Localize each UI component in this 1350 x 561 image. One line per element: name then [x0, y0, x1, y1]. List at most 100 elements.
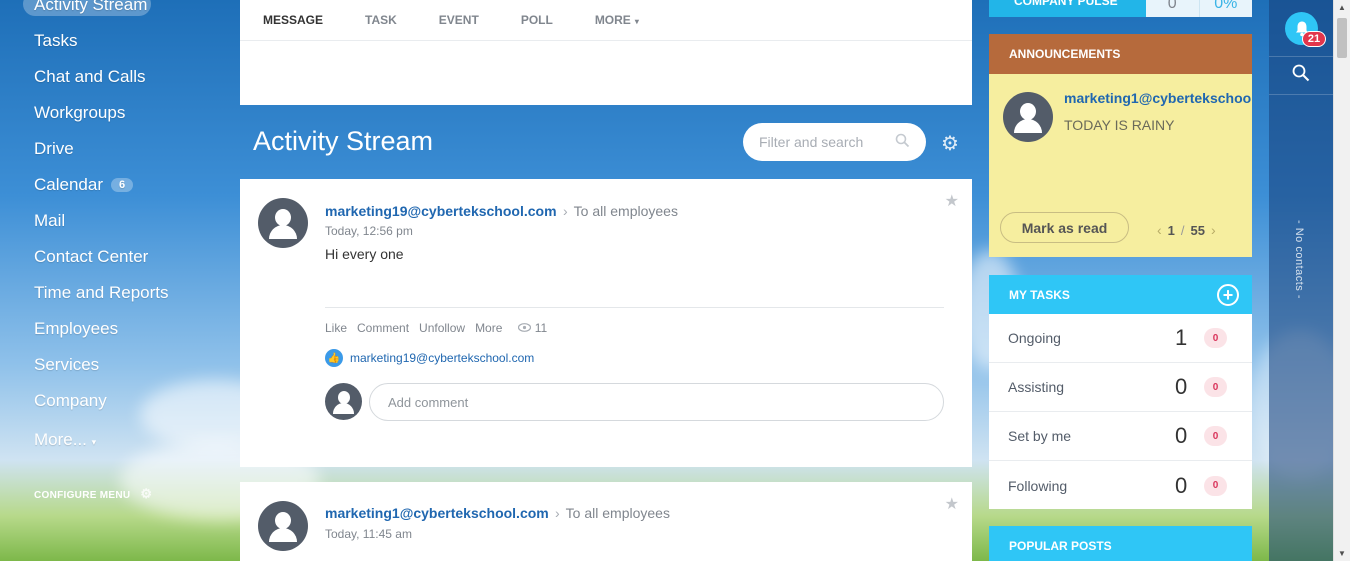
tab-more-label: MORE: [594, 13, 631, 27]
chevron-right-icon[interactable]: ›: [1211, 222, 1216, 238]
chevron-down-icon: ▾: [91, 437, 97, 447]
post-destination[interactable]: › To all employees: [555, 505, 670, 521]
company-pulse-values: 0 0%: [1146, 0, 1252, 17]
page-title: Activity Stream: [253, 126, 434, 156]
task-overdue-badge[interactable]: 0: [1204, 426, 1227, 446]
tab-poll[interactable]: POLL: [521, 13, 553, 27]
eye-icon: [518, 323, 532, 332]
chevron-right-icon: ›: [563, 203, 568, 219]
task-row-count: 0: [1175, 423, 1188, 448]
task-overdue-badge[interactable]: 0: [1204, 328, 1227, 348]
user-avatar-icon[interactable]: [1003, 92, 1053, 142]
task-row-label: Following: [1008, 477, 1068, 494]
more-button[interactable]: More: [475, 321, 502, 335]
task-row-ongoing[interactable]: Ongoing 1 0: [989, 314, 1252, 363]
unfollow-button[interactable]: Unfollow: [419, 321, 465, 335]
post-timestamp[interactable]: Today, 11:45 am: [325, 527, 412, 541]
composer-tabs: MESSAGE TASK EVENT POLL MORE ▾: [240, 0, 972, 41]
divider: [1269, 94, 1333, 95]
tab-more[interactable]: MORE ▾: [595, 13, 639, 27]
tab-message[interactable]: MESSAGE: [263, 13, 323, 27]
user-avatar-icon[interactable]: [258, 501, 308, 551]
company-pulse-widget[interactable]: COMPANY PULSE 0 0%: [989, 0, 1252, 17]
nav-item-employees[interactable]: Employees: [34, 319, 118, 339]
tab-event[interactable]: EVENT: [439, 13, 479, 27]
post-divider: [325, 307, 944, 308]
nav-item-more[interactable]: More... ▾: [34, 430, 96, 450]
filter-search-input[interactable]: [759, 134, 889, 150]
task-row-count: 0: [1175, 472, 1188, 498]
post-body-text: Hi every one: [325, 246, 404, 262]
left-navigation: Activity Stream Tasks Chat and Calls Wor…: [0, 0, 240, 561]
chevron-right-icon: ›: [555, 505, 560, 521]
nav-item-services[interactable]: Services: [34, 355, 99, 375]
add-comment-input[interactable]: [388, 394, 925, 410]
nav-item-company[interactable]: Company: [34, 391, 107, 411]
task-overdue-badge[interactable]: 0: [1204, 475, 1227, 496]
page-separator: /: [1180, 222, 1185, 238]
notifications-count-badge: 21: [1302, 31, 1326, 47]
gear-icon: ⚙: [140, 486, 153, 501]
my-tasks-widget: MY TASKS + Ongoing 1 0 Assisting 0 0 Set…: [989, 275, 1252, 509]
add-comment-field[interactable]: [369, 383, 944, 421]
stream-settings-gear-icon[interactable]: ⚙: [941, 131, 959, 156]
views-counter: 11: [518, 321, 557, 335]
search-icon[interactable]: [1292, 64, 1310, 88]
task-row-label: Set by me: [1008, 428, 1072, 444]
announcements-widget: ANNOUNCEMENTS marketing1@cybertekschool.…: [989, 34, 1252, 257]
search-icon[interactable]: [895, 133, 910, 152]
tab-task[interactable]: TASK: [365, 13, 397, 27]
post-destination[interactable]: › To all employees: [563, 203, 678, 219]
scroll-down-arrow-icon[interactable]: ▼: [1338, 549, 1346, 558]
task-row-assisting[interactable]: Assisting 0 0: [989, 363, 1252, 412]
nav-item-contact-center[interactable]: Contact Center: [34, 247, 148, 267]
scroll-up-arrow-icon[interactable]: ▲: [1338, 3, 1346, 12]
chevron-down-icon: ▾: [634, 17, 639, 26]
mark-as-read-button[interactable]: Mark as read: [1000, 212, 1129, 243]
nav-item-mail[interactable]: Mail: [34, 211, 65, 231]
configure-menu-button[interactable]: CONFIGURE MENU ⚙: [34, 486, 152, 502]
post-destination-label: To all employees: [573, 203, 678, 219]
user-avatar-icon[interactable]: [258, 198, 308, 248]
feed-post: marketing19@cybertekschool.com › To all e…: [240, 179, 972, 467]
post-timestamp[interactable]: Today, 12:56 pm: [325, 224, 413, 238]
nav-item-tasks[interactable]: Tasks: [34, 31, 77, 51]
thumbs-up-icon: 👍: [325, 349, 343, 367]
no-contacts-label: - No contacts -: [1293, 220, 1305, 300]
popular-posts-header[interactable]: POPULAR POSTS: [989, 526, 1252, 561]
page-scrollbar[interactable]: ▲ ▼: [1333, 0, 1350, 561]
scrollbar-thumb[interactable]: [1337, 18, 1347, 58]
nav-item-drive[interactable]: Drive: [34, 139, 74, 159]
task-row-count: 0: [1175, 374, 1188, 399]
nav-item-chat-and-calls[interactable]: Chat and Calls: [34, 67, 146, 87]
task-overdue-badge[interactable]: 0: [1204, 377, 1227, 397]
pulse-percent: 0%: [1198, 0, 1253, 17]
comment-button[interactable]: Comment: [357, 321, 409, 335]
announcement-text[interactable]: TODAY IS RAINY: [1064, 117, 1174, 133]
star-icon[interactable]: ★: [945, 191, 959, 211]
divider: [1269, 56, 1333, 57]
my-tasks-title[interactable]: MY TASKS: [1009, 288, 1070, 302]
filter-search-box[interactable]: [743, 123, 926, 161]
chevron-left-icon[interactable]: ‹: [1157, 222, 1162, 238]
post-author-link[interactable]: marketing1@cybertekschool.com: [325, 505, 549, 521]
nav-item-time-and-reports[interactable]: Time and Reports: [34, 283, 168, 303]
plus-icon[interactable]: +: [1217, 283, 1239, 306]
task-row-following[interactable]: Following 0 0: [989, 461, 1252, 510]
task-row-label: Assisting: [1008, 379, 1065, 395]
configure-menu-label: CONFIGURE MENU: [34, 490, 131, 501]
post-author-link[interactable]: marketing19@cybertekschool.com: [325, 203, 557, 219]
announcement-pager: ‹ 1 / 55 ›: [1157, 222, 1216, 238]
nav-item-workgroups[interactable]: Workgroups: [34, 103, 125, 123]
like-button[interactable]: Like: [325, 321, 347, 335]
announcements-header: ANNOUNCEMENTS: [989, 34, 1252, 74]
my-tasks-header: MY TASKS +: [989, 275, 1252, 314]
nav-item-calendar[interactable]: Calendar 6: [34, 175, 134, 195]
post-actions: Like Comment Unfollow More 11: [325, 321, 567, 335]
task-row-set-by-me[interactable]: Set by me 0 0: [989, 412, 1252, 461]
nav-item-activity-stream[interactable]: Activity Stream: [34, 0, 147, 15]
announcement-author-link[interactable]: marketing1@cybertekschool.com: [1064, 90, 1252, 106]
liked-by-user-link[interactable]: marketing19@cybertekschool.com: [350, 351, 534, 365]
nav-item-more-label: More...: [34, 430, 87, 449]
star-icon[interactable]: ★: [945, 494, 959, 514]
